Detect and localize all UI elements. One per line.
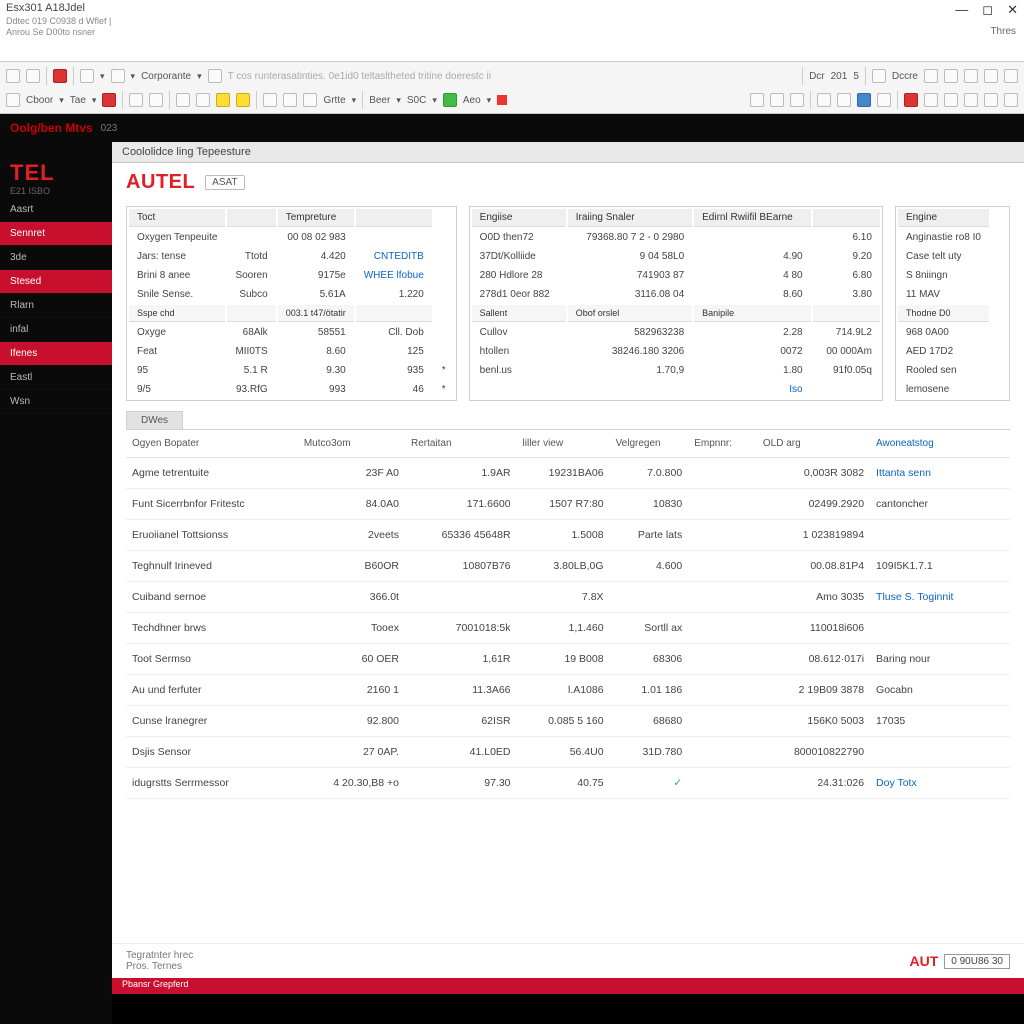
tool-icon[interactable] [102,93,116,107]
toolbar-beer[interactable]: Beer [369,95,390,106]
right-tab: Thres [990,26,1016,37]
close-button[interactable]: ✕ [1007,2,1018,18]
sidebar-item[interactable]: Sennret [0,222,112,246]
card-left: ToctTempretureOxygen Tenpeuite00 08 02 9… [126,206,457,401]
sidebar-item[interactable]: Rlarn [0,294,112,318]
tool-icon[interactable] [904,93,918,107]
tool-icon[interactable] [80,69,94,83]
main-table: Ogyen BopaterMutco3omRertaitanliller vie… [126,430,1010,943]
panel-title: Coololidce ling Tepeesture [112,142,1024,163]
tool-icon[interactable] [303,93,317,107]
tool-icon[interactable] [924,93,938,107]
maximize-button[interactable]: ◻ [982,2,993,18]
toolbar-s0c[interactable]: S0C [407,95,426,106]
card-mid: EngiiseIraiing SnalerEdirnl Rwiifil BEar… [469,206,883,401]
tool-icon[interactable] [984,93,998,107]
toolbar-grtte[interactable]: Grtte [323,95,345,106]
tool-icon[interactable] [944,93,958,107]
tool-icon[interactable] [1004,93,1018,107]
brand-logo: TEL E21 ISBO [0,154,112,198]
tool-icon[interactable] [750,93,764,107]
table-row[interactable]: Techdhner brwsTooex7001018:5k1,1.460Sort… [126,613,1010,644]
sidebar-item[interactable]: Stesed [0,270,112,294]
window-subtitle: Ddtec 019 C0938 d Wflef | [6,16,1018,26]
tool-icon[interactable] [984,69,998,83]
stop-icon[interactable] [497,95,507,105]
table-row[interactable]: Teghnulf IrinevedB60OR10807B763.80LB,0G4… [126,551,1010,582]
tool-icon[interactable] [283,93,297,107]
sidebar-item[interactable]: infal [0,318,112,342]
tool-icon[interactable] [176,93,190,107]
toolbar-tae[interactable]: Tae [70,95,86,106]
tool-icon[interactable] [877,93,891,107]
sidebar-item[interactable]: Aasrt [0,198,112,222]
minimize-button[interactable]: — [955,2,968,18]
footer-logo: AUT [910,953,939,969]
tool-icon[interactable] [924,69,938,83]
titlebar: — ◻ ✕ Esx301 A18Jdel Ddtec 019 C0938 d W… [0,0,1024,62]
bottom-strip [112,994,1024,1024]
tool-icon[interactable] [817,93,831,107]
table-row[interactable]: Toot Sermso60 OER1,61R19 B0086830608.612… [126,644,1010,675]
table-row[interactable]: Dsjis Sensor27 0AP.41.L0ED56.4U031D.7808… [126,737,1010,768]
table-row[interactable]: idugrstts Serrmessor4 20.30,B8 +o97.3040… [126,768,1010,799]
ribbon-title: Oolg/ben Mtvs [10,121,93,135]
tool-icon[interactable] [216,93,230,107]
tool-icon[interactable] [208,69,222,83]
autel-logo: AUTEL [126,171,195,194]
tool-icon[interactable] [149,93,163,107]
status-strip: Pbansr Grepferd [112,978,1024,994]
tool-icon[interactable] [196,93,210,107]
toolbar-corporate[interactable]: Corporante [141,71,191,82]
tool-icon[interactable] [1004,69,1018,83]
tool-icon[interactable] [443,93,457,107]
brand-badge[interactable]: ASAT [205,175,244,190]
tool-icon[interactable] [53,69,67,83]
tool-icon[interactable] [790,93,804,107]
table-row[interactable]: Cuiband sernoe366.0t7.8XAmo 3035Tluse S.… [126,582,1010,613]
table-row[interactable]: Eruoiianel Tottsionss2veets65336 45648R1… [126,520,1010,551]
card-right: EngineAnginastie ro8 I0Case telt utyS 8n… [895,206,1010,401]
tool-icon[interactable] [944,69,958,83]
table-row[interactable]: Au und ferfuter2160 111.3A66l.A10861.01 … [126,675,1010,706]
sidebar: TEL E21 ISBO AasrtSennret3deStesedRlarni… [0,142,112,1024]
tool-icon[interactable] [964,69,978,83]
table-row[interactable]: Cunse lranegrer92.80062ISR0.085 5 160686… [126,706,1010,737]
toolbar-ae[interactable]: Aeo [463,95,481,106]
toolbar: ▾ ▾ Corporante ▾ T cos runterasatinties.… [0,62,1024,114]
tool-icon[interactable] [770,93,784,107]
window-subtitle2: Anrou Se D00to nsner [6,27,1018,37]
toolbar-dcr[interactable]: Dcr [809,71,825,82]
tool-icon[interactable] [837,93,851,107]
tool-icon[interactable] [263,93,277,107]
tool-icon[interactable] [872,69,886,83]
tool-icon[interactable] [857,93,871,107]
table-row[interactable]: Funt Sicerrbnfor Fritestc84.0A0171.66001… [126,489,1010,520]
tool-icon[interactable] [6,93,20,107]
sidebar-item[interactable]: Eastl [0,366,112,390]
tool-icon[interactable] [236,93,250,107]
footer-box: 0 90U86 30 [944,954,1010,969]
toolbar-cboor[interactable]: Cboor [26,95,53,106]
tool-icon[interactable] [129,93,143,107]
toolbar-dccre[interactable]: Dccre [892,71,918,82]
tool-icon[interactable] [964,93,978,107]
sidebar-item[interactable]: Wsn [0,390,112,414]
sidebar-item[interactable]: Ifenes [0,342,112,366]
tool-icon[interactable] [111,69,125,83]
tab-dwes[interactable]: DWes [126,411,183,429]
tool-icon[interactable] [6,69,20,83]
ribbon-num: 023 [101,123,118,134]
table-row[interactable]: Agme tetrentuite23F A01.9AR19231BA067.0.… [126,458,1010,489]
tool-icon[interactable] [26,69,40,83]
ribbon: Oolg/ben Mtvs 023 [0,114,1024,142]
sidebar-item[interactable]: 3de [0,246,112,270]
window-title: Esx301 A18Jdel [6,2,1018,14]
footer: Tegratnter hrec Pros. Ternes AUT 0 90U86… [112,943,1024,978]
